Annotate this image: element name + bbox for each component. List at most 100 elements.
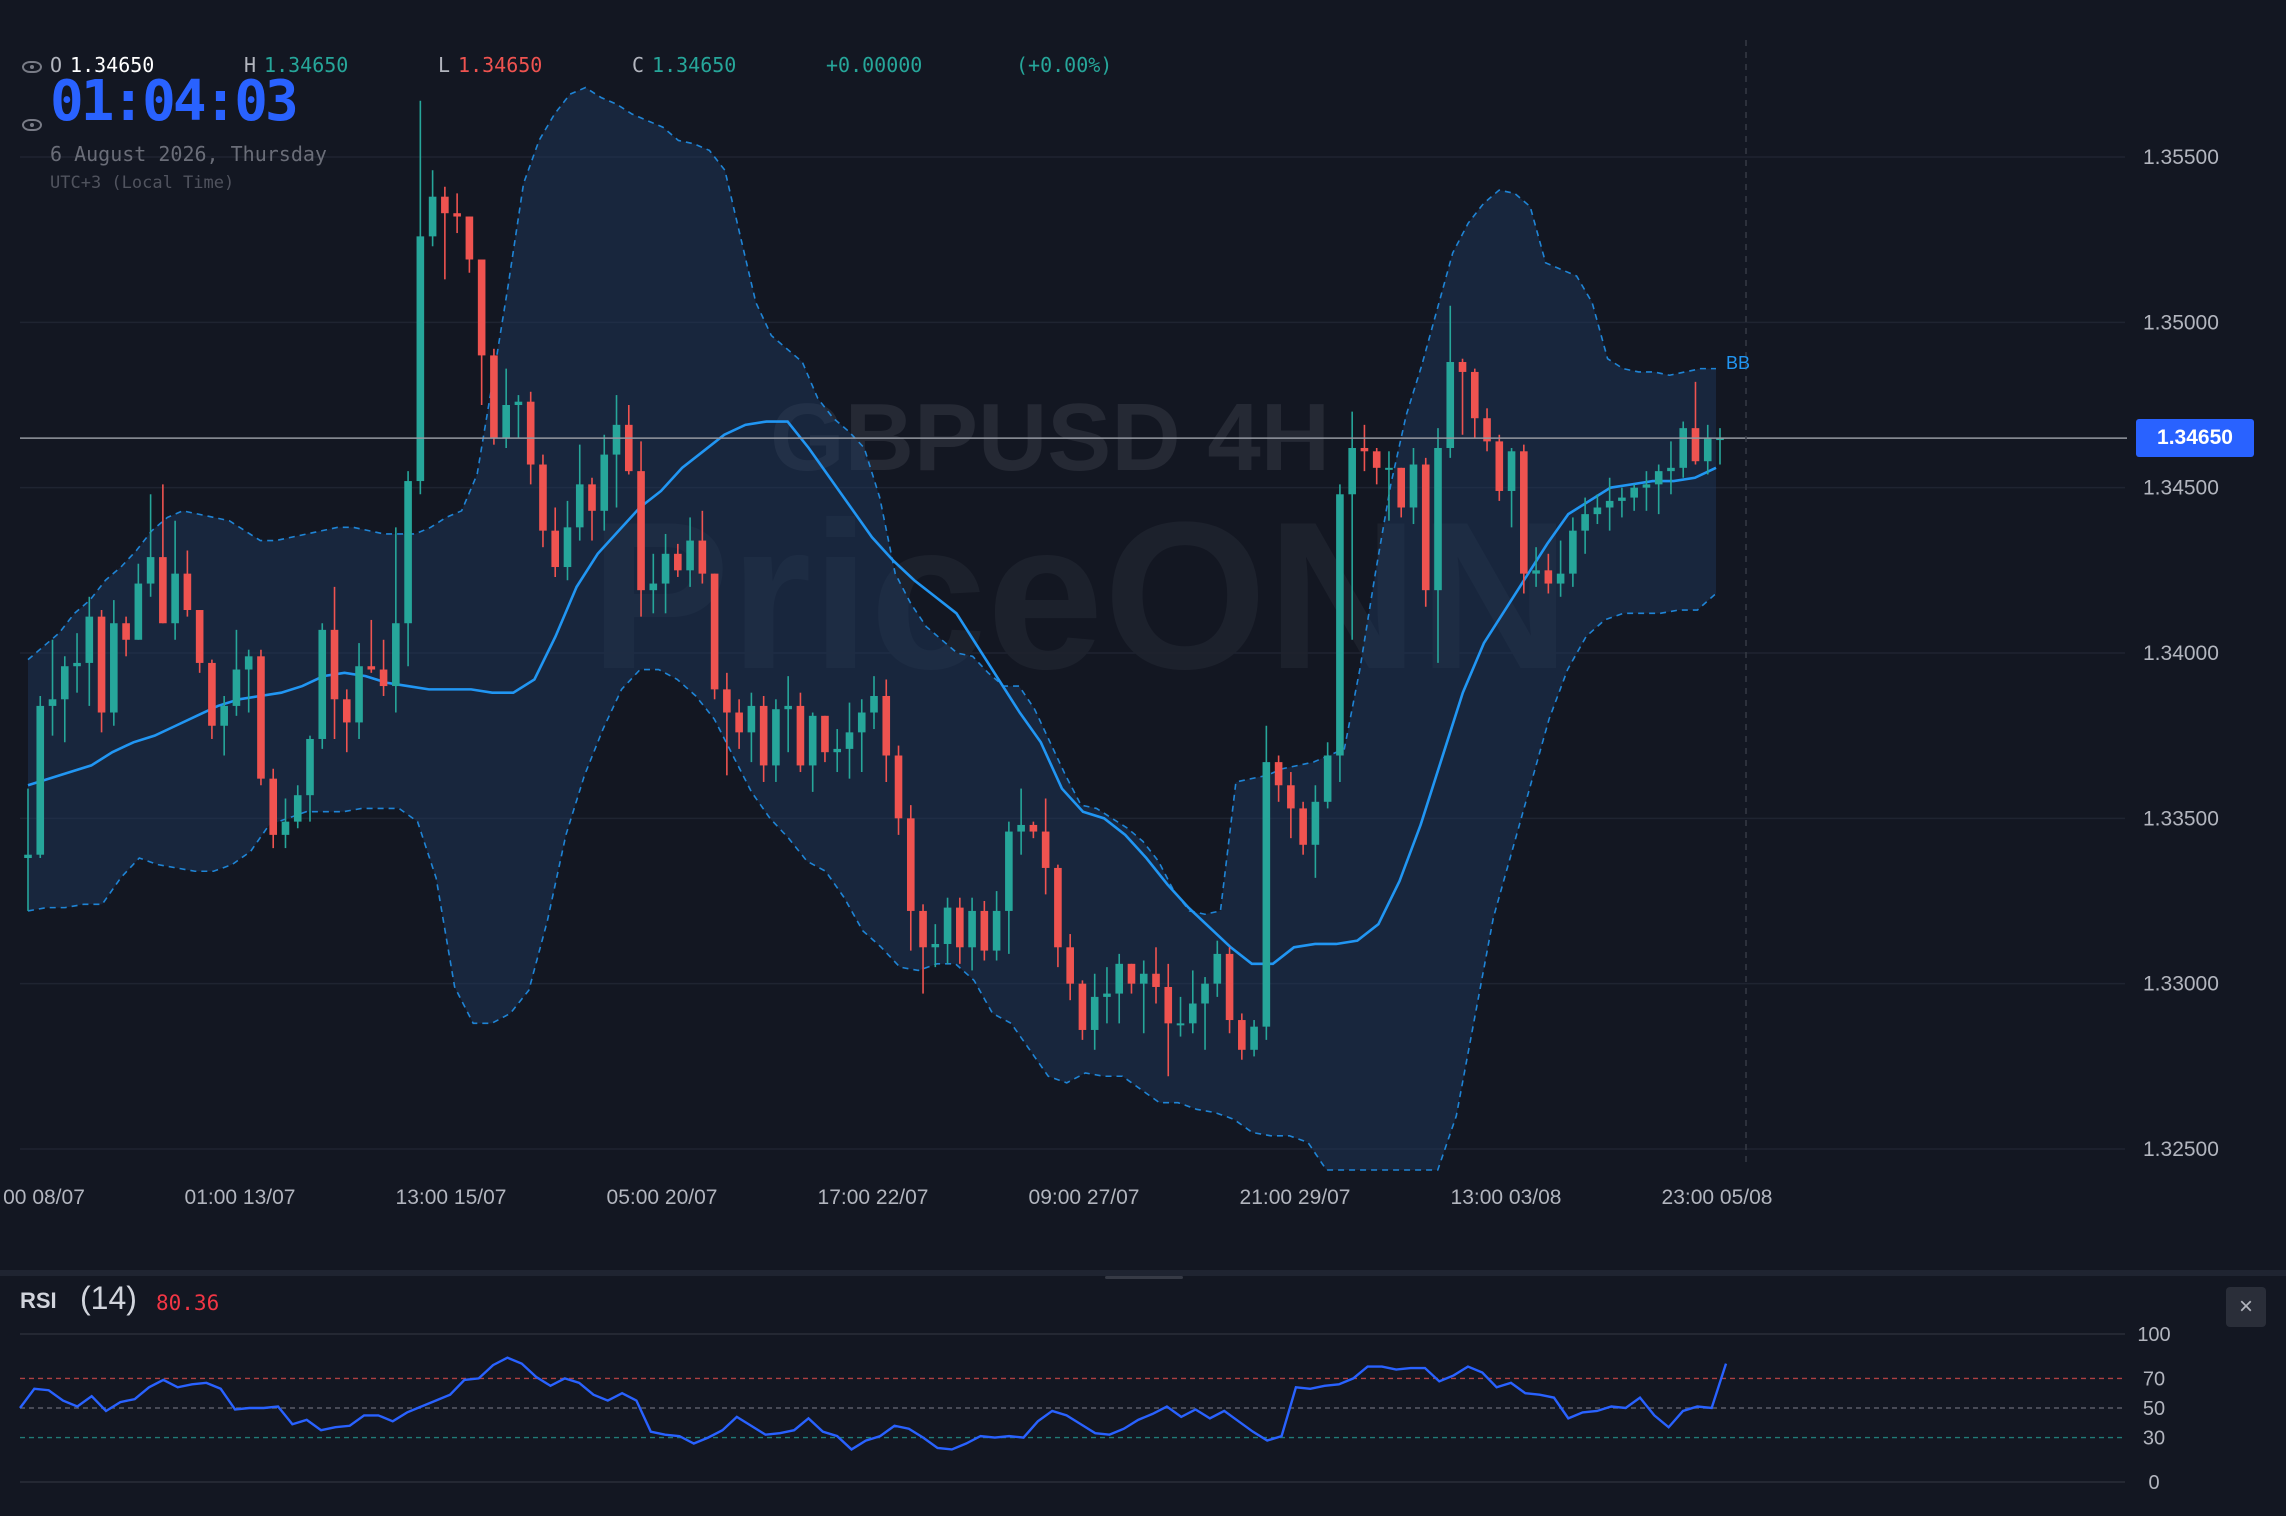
- candle-body: [710, 573, 719, 690]
- candle-body: [1507, 451, 1516, 491]
- price-tick-label: 1.35000: [2143, 311, 2219, 334]
- price-tick-label: 1.34000: [2143, 642, 2219, 665]
- low-group: L 1.34650: [438, 53, 542, 77]
- rsi-line: [19, 1356, 1728, 1451]
- time-tick-label: 05:00 20/07: [607, 1186, 718, 1209]
- rsi-tick-label: 0: [2148, 1472, 2159, 1494]
- candle-body: [36, 705, 45, 855]
- candle-body: [171, 573, 179, 624]
- time-tick-label: 23:00 05/08: [1662, 1186, 1773, 1209]
- candle-body: [355, 666, 363, 723]
- price-tick-label: 1.33500: [2143, 807, 2219, 830]
- candle-body: [1642, 484, 1651, 488]
- candle-body: [342, 699, 351, 723]
- time-axis[interactable]: 00 08/07 01:00 13/07 13:00 15/07 05:00 20/0…: [3, 1186, 1772, 1209]
- candle-body: [833, 748, 842, 753]
- price-chart[interactable]: GBPUSD 4H PriceONN 1.325001.330001.33500…: [0, 0, 2286, 1516]
- eye-icon[interactable]: [22, 119, 42, 131]
- candle-body: [723, 689, 731, 713]
- candle-body: [330, 629, 339, 700]
- candle-body: [1164, 986, 1173, 1024]
- rsi-pane[interactable]: 0 30 50 70 100: [19, 1324, 2171, 1494]
- candle-body: [563, 527, 572, 568]
- candle-body: [490, 355, 498, 439]
- candle-body: [1654, 471, 1663, 485]
- bb-indicator-label[interactable]: BB: [1726, 353, 1750, 374]
- time-tick-label: 00 08/07: [3, 1186, 85, 1209]
- candle-body: [1262, 762, 1271, 1027]
- candle-body: [1703, 438, 1712, 462]
- candle-body: [24, 854, 32, 859]
- eye-icon[interactable]: [22, 61, 42, 73]
- candle-body: [1397, 467, 1406, 508]
- candle-body: [281, 821, 290, 835]
- candle-body: [146, 557, 155, 584]
- candle-body: [306, 738, 314, 796]
- candle-body: [392, 623, 400, 687]
- candle-body: [1532, 570, 1540, 574]
- candle-body: [772, 709, 780, 766]
- candle-body: [943, 907, 952, 944]
- low-label: L: [438, 53, 451, 77]
- candle-body: [367, 666, 376, 670]
- candle-body: [183, 573, 192, 611]
- candle-body: [600, 454, 609, 511]
- candle-body: [1274, 762, 1283, 786]
- candle-body: [269, 778, 278, 835]
- candle-body: [441, 196, 449, 214]
- candle-body: [257, 656, 265, 779]
- candle-body: [1348, 447, 1356, 495]
- close-value: 1.34650: [652, 53, 737, 77]
- candle-body: [735, 712, 743, 733]
- pane-resize-handle: [1105, 1276, 1183, 1279]
- candle-body: [968, 910, 976, 948]
- candle-body: [416, 236, 425, 482]
- price-tick-label: 1.35500: [2143, 146, 2219, 169]
- candle-body: [1593, 507, 1602, 515]
- candle-body: [48, 699, 57, 706]
- candle-body: [1299, 808, 1307, 845]
- timezone-text: UTC+3 (Local Time): [50, 173, 235, 193]
- candle-body: [244, 656, 253, 670]
- close-rsi-button[interactable]: ×: [2226, 1287, 2266, 1327]
- time-tick-label: 09:00 27/07: [1029, 1186, 1140, 1209]
- candle-body: [1446, 362, 1455, 448]
- candle-body: [747, 705, 756, 733]
- candle-body: [956, 907, 964, 948]
- candle-body: [686, 540, 694, 571]
- candle-body: [1458, 362, 1467, 372]
- candle-body: [1078, 983, 1087, 1030]
- candle-body: [1005, 831, 1013, 911]
- clock: 01:04:03: [50, 69, 299, 134]
- candle-body: [1029, 824, 1038, 832]
- candle-body: [1679, 428, 1688, 468]
- current-price-badge: 1.34650: [2136, 419, 2254, 457]
- candle-body: [1520, 451, 1528, 574]
- candle-body: [1556, 573, 1565, 584]
- candle-body: [980, 910, 989, 951]
- candle-body: [649, 583, 658, 591]
- rsi-value: 80.36: [156, 1291, 220, 1315]
- candle-body: [465, 216, 474, 260]
- candle-body: [428, 196, 437, 237]
- candle-body: [1385, 467, 1393, 470]
- candle-body: [624, 424, 633, 472]
- candle-body: [1250, 1026, 1258, 1050]
- candle-body: [1495, 441, 1504, 491]
- candle-body: [674, 553, 682, 571]
- candle-body: [159, 557, 167, 624]
- candle-body: [1470, 371, 1479, 419]
- candle-body: [1139, 973, 1148, 984]
- candle-body: [1127, 963, 1136, 984]
- close-label: C: [632, 53, 645, 77]
- candle-body: [1691, 428, 1700, 462]
- candle-body: [821, 715, 829, 753]
- candle-body: [759, 705, 768, 766]
- bb-fill: [28, 87, 1716, 1170]
- price-axis[interactable]: 1.32500 1.33000 1.33500 1.34000 1.34500 1.350…: [2143, 146, 2219, 1161]
- candle-body: [1017, 824, 1025, 832]
- candle-body: [1336, 494, 1344, 756]
- bollinger-bands: [27, 86, 1717, 1171]
- price-tick-label: 1.34500: [2143, 477, 2219, 500]
- candle-body: [1323, 755, 1332, 802]
